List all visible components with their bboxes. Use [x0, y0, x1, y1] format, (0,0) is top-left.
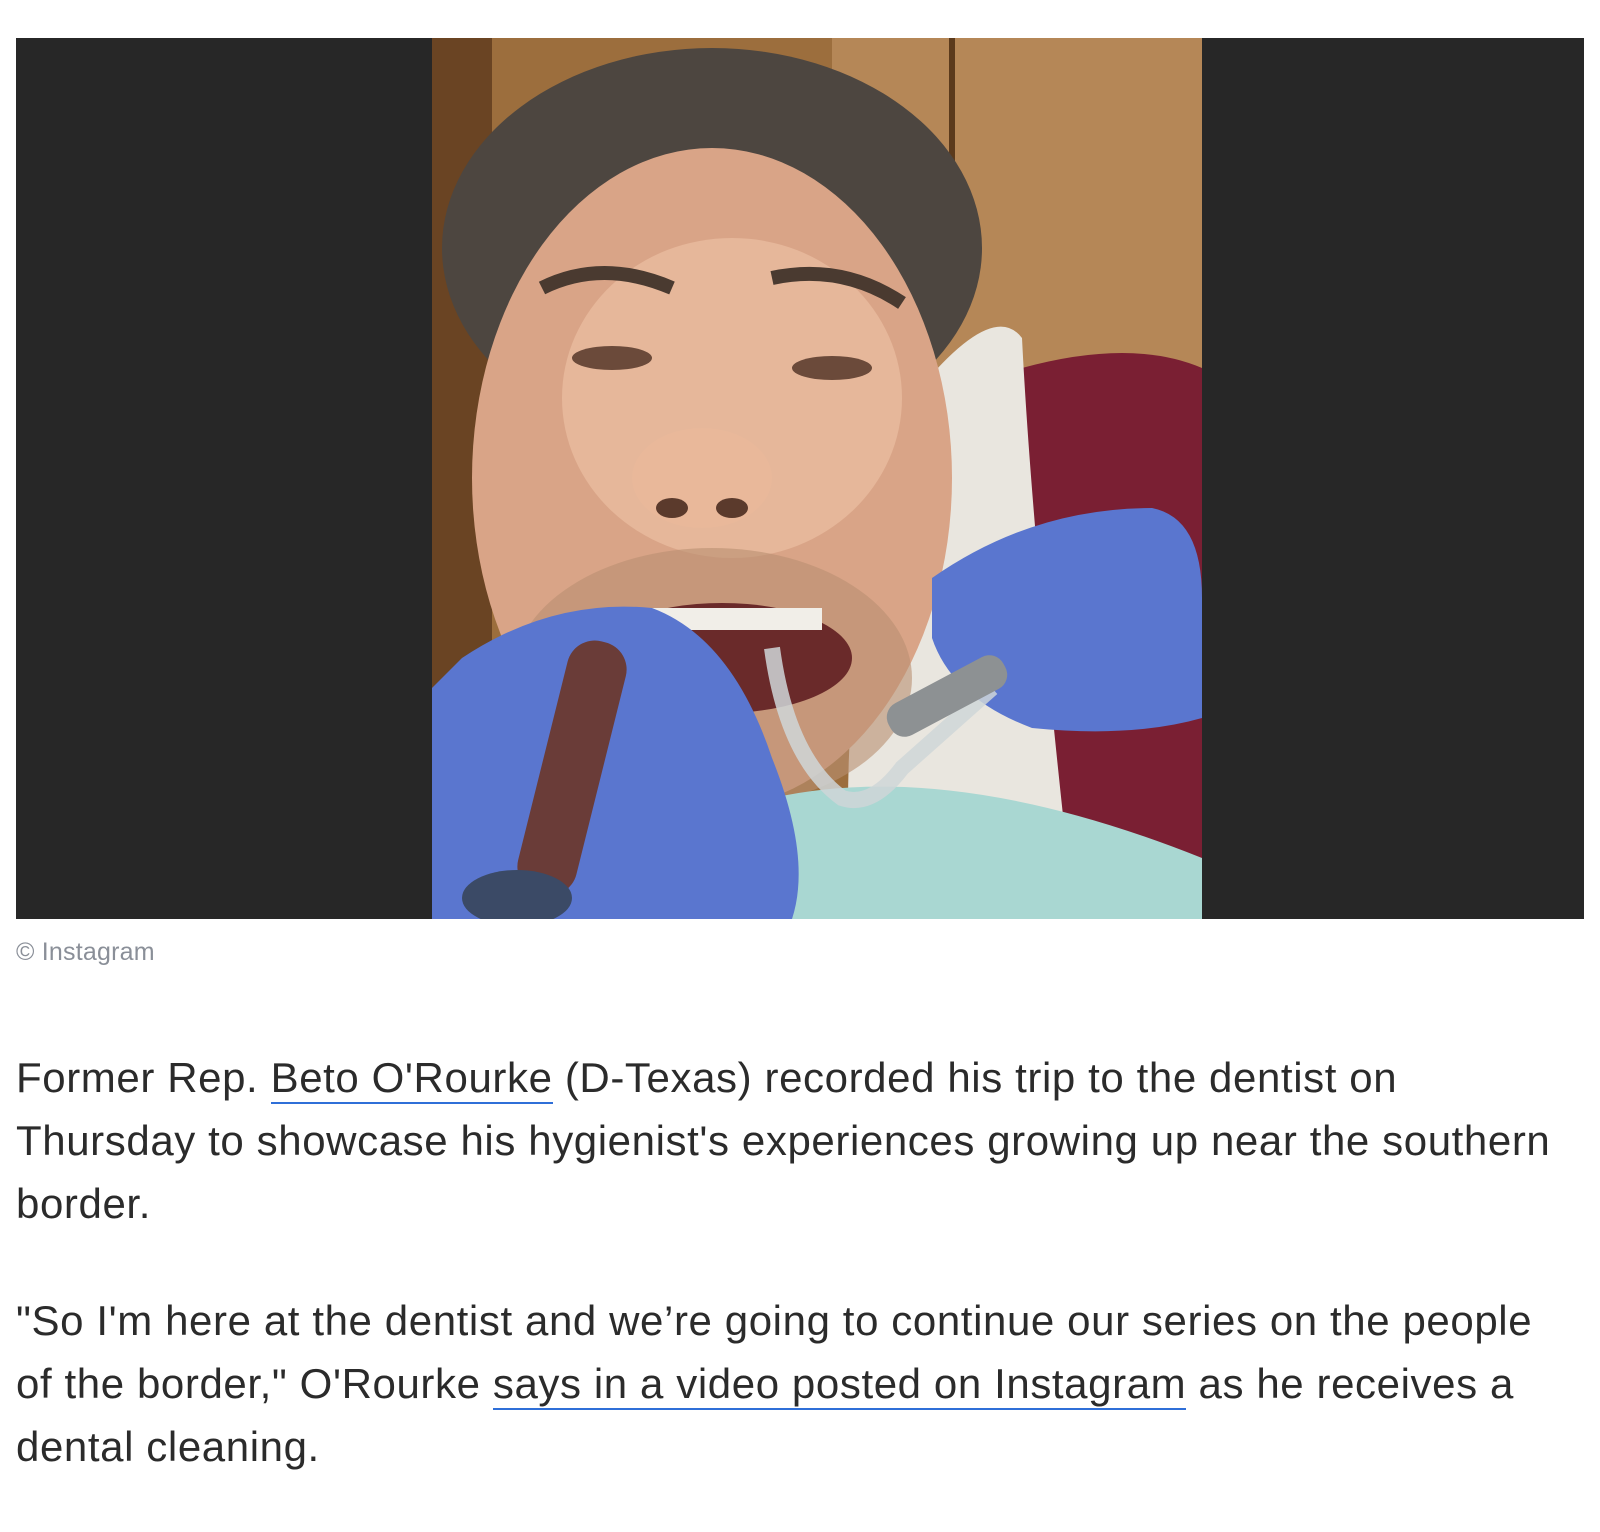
dentist-photo-illustration	[432, 38, 1202, 919]
photo-credit: © Instagram	[16, 938, 155, 966]
article-photo[interactable]	[432, 38, 1202, 919]
instagram-video-link[interactable]: says in a video posted on Instagram	[492, 1360, 1187, 1410]
article-body: Former Rep. Beto O'Rourke (D-Texas) reco…	[16, 1046, 1576, 1532]
article-photo-frame	[16, 38, 1584, 919]
article-paragraph: Former Rep. Beto O'Rourke (D-Texas) reco…	[16, 1046, 1576, 1235]
beto-orourke-link[interactable]: Beto O'Rourke	[270, 1054, 553, 1104]
article-paragraph: "So I'm here at the dentist and we’re go…	[16, 1289, 1576, 1478]
paragraph-text: Former Rep.	[16, 1054, 271, 1101]
